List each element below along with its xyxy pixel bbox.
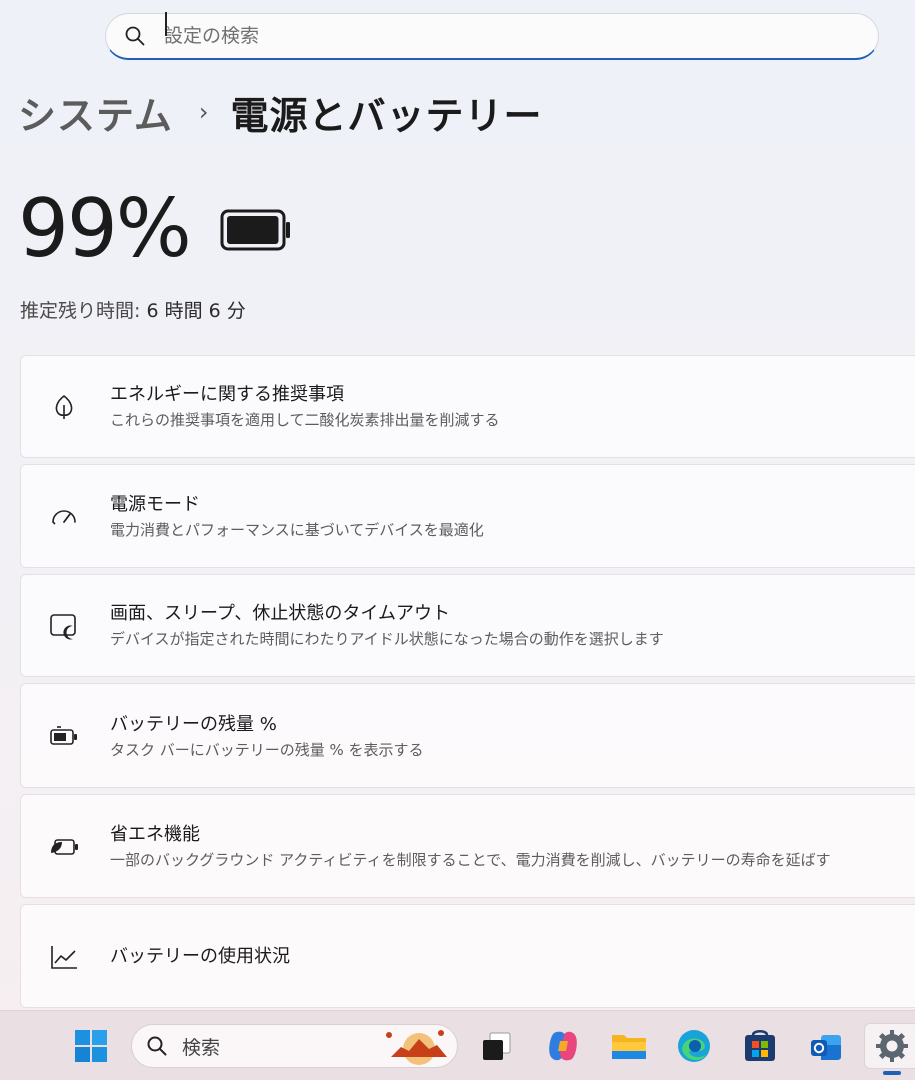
card-energy-recommendations[interactable]: エネルギーに関する推奨事項 これらの推奨事項を適用して二酸化炭素排出量を削減する bbox=[20, 355, 915, 458]
text-caret bbox=[165, 12, 167, 36]
card-title: バッテリーの使用状況 bbox=[110, 946, 290, 967]
card-description: タスク バーにバッテリーの残量 % を表示する bbox=[110, 741, 424, 759]
copilot-icon[interactable] bbox=[540, 1023, 586, 1069]
task-view-icon[interactable] bbox=[473, 1023, 519, 1069]
breadcrumb: システム › 電源とバッテリー bbox=[18, 84, 543, 140]
taskbar-search-label: 検索 bbox=[182, 1036, 221, 1059]
search-icon bbox=[124, 25, 146, 47]
card-description: 一部のバックグラウンド アクティビティを制限することで、電力消費を削減し、バッテ… bbox=[110, 851, 831, 869]
edge-icon[interactable] bbox=[671, 1023, 717, 1069]
page-title: 電源とバッテリー bbox=[230, 93, 543, 138]
remaining-time-value: 6 時間 6 分 bbox=[146, 300, 246, 322]
chart-line-icon bbox=[49, 942, 79, 972]
screen-sleep-icon bbox=[49, 611, 79, 641]
card-screen-sleep-timeout[interactable]: 画面、スリープ、休止状態のタイムアウト デバイスが指定された時間にわたりアイドル… bbox=[20, 574, 915, 677]
file-explorer-icon[interactable] bbox=[606, 1023, 652, 1069]
energy-saver-icon bbox=[49, 832, 79, 862]
card-description: 電力消費とパフォーマンスに基づいてデバイスを最適化 bbox=[110, 521, 484, 539]
card-title: 省エネ機能 bbox=[110, 824, 200, 845]
card-description: デバイスが指定された時間にわたりアイドル状態になった場合の動作を選択します bbox=[110, 630, 664, 648]
card-description: これらの推奨事項を適用して二酸化炭素排出量を削減する bbox=[110, 411, 500, 429]
microsoft-store-icon[interactable] bbox=[737, 1023, 783, 1069]
outlook-icon[interactable] bbox=[803, 1023, 849, 1069]
active-app-indicator bbox=[883, 1071, 901, 1075]
remaining-time-label: 推定残り時間: bbox=[20, 300, 141, 322]
battery-icon bbox=[220, 209, 292, 255]
battery-saver-icon bbox=[49, 721, 79, 751]
card-battery-usage[interactable]: バッテリーの使用状況 bbox=[20, 904, 915, 1008]
card-title: バッテリーの残量 % bbox=[110, 714, 277, 735]
search-highlight-illustration-icon bbox=[386, 1030, 447, 1065]
settings-icon[interactable] bbox=[864, 1023, 915, 1069]
card-battery-percentage[interactable]: バッテリーの残量 % タスク バーにバッテリーの残量 % を表示する bbox=[20, 683, 915, 788]
battery-percentage: 99% bbox=[18, 182, 192, 275]
settings-window: システム › 電源とバッテリー 99% 推定残り時間: 6 時間 6 分 エネル… bbox=[0, 0, 915, 1010]
card-title: エネルギーに関する推奨事項 bbox=[110, 384, 344, 405]
taskbar: 検索 bbox=[0, 1010, 915, 1080]
search-input[interactable] bbox=[164, 25, 764, 47]
taskbar-search-box[interactable]: 検索 bbox=[131, 1024, 458, 1068]
card-power-mode[interactable]: 電源モード 電力消費とパフォーマンスに基づいてデバイスを最適化 bbox=[20, 464, 915, 568]
chevron-right-icon: › bbox=[198, 98, 209, 126]
breadcrumb-system-link[interactable]: システム bbox=[18, 85, 173, 140]
card-energy-saver[interactable]: 省エネ機能 一部のバックグラウンド アクティビティを制限することで、電力消費を削… bbox=[20, 794, 915, 898]
search-icon bbox=[147, 1036, 167, 1056]
card-title: 電源モード bbox=[110, 494, 200, 515]
leaf-icon bbox=[49, 392, 79, 422]
windows-start-icon[interactable] bbox=[68, 1023, 114, 1069]
card-title: 画面、スリープ、休止状態のタイムアウト bbox=[110, 603, 451, 624]
speedometer-icon bbox=[49, 502, 79, 532]
settings-search-box[interactable] bbox=[105, 13, 879, 60]
estimated-remaining-time: 推定残り時間: 6 時間 6 分 bbox=[20, 296, 246, 323]
